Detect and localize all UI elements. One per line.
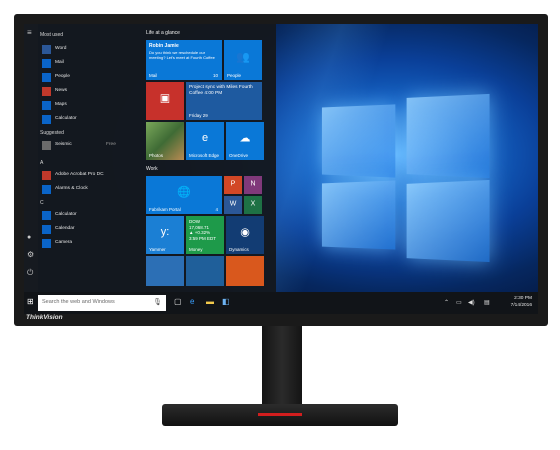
monitor-bezel: ≡ ● ⚙ ⏻ Most used Word Mail People News …	[14, 14, 548, 326]
network-icon[interactable]: ▭	[456, 299, 462, 306]
maps-icon	[42, 101, 51, 110]
app-people[interactable]: People	[42, 72, 138, 84]
windows-start-icon[interactable]: ⊞	[27, 297, 34, 306]
tile-mail[interactable]: Robin Jamie Do you think we reschedule o…	[146, 40, 222, 80]
app-calendar[interactable]: Calendar	[42, 224, 138, 236]
tile-excel[interactable]: X	[244, 196, 262, 214]
app-calculator-2[interactable]: Calculator	[42, 210, 138, 222]
hamburger-icon[interactable]: ≡	[27, 28, 32, 37]
app-mail[interactable]: Mail	[42, 58, 138, 70]
yammer-icon: y:	[160, 225, 170, 238]
news-icon	[42, 87, 51, 96]
tile-onenote[interactable]: N	[244, 176, 262, 194]
taskbar: ⊞ Search the web and Windows 🎙 ▢ e ▬ ◧ ⌃…	[24, 292, 538, 314]
search-box[interactable]: Search the web and Windows 🎙	[38, 295, 166, 311]
task-view-icon[interactable]: ▢	[174, 297, 182, 306]
money-ticker: DOW 17,068.71 ▲ +0.32% 3:59 PM EDT	[189, 219, 217, 241]
tile-extra-3[interactable]	[226, 256, 264, 286]
app-camera[interactable]: Camera	[42, 238, 138, 250]
group-life-at-a-glance: Life at a glance	[146, 30, 180, 36]
screen: ≡ ● ⚙ ⏻ Most used Word Mail People News …	[24, 24, 538, 314]
tiles-panel: Life at a glance Robin Jamie Do you thin…	[144, 24, 274, 292]
people-icon	[42, 73, 51, 82]
cloud-icon: ☁	[239, 132, 251, 145]
user-avatar-icon[interactable]: ●	[27, 234, 31, 241]
calendar-icon	[42, 225, 51, 234]
speech-icon[interactable]: ▤	[484, 299, 490, 306]
mail-icon	[42, 59, 51, 68]
tile-fabrikam-portal[interactable]: 🌐 Fabrikam Portal 4	[146, 176, 222, 214]
calculator-icon	[42, 115, 51, 124]
tile-photos[interactable]: Photos	[146, 122, 184, 160]
group-work: Work	[146, 166, 158, 172]
tile-store[interactable]: ▣	[146, 82, 184, 120]
app-maps[interactable]: Maps	[42, 100, 138, 112]
tile-extra-2[interactable]	[186, 256, 224, 286]
tile-extra-1[interactable]	[146, 256, 184, 286]
excel-icon: X	[250, 200, 256, 208]
seismic-icon	[42, 141, 51, 150]
tile-powerpoint[interactable]: P	[224, 176, 242, 194]
edge-icon[interactable]: e	[190, 297, 194, 306]
file-explorer-icon[interactable]: ▬	[206, 297, 214, 306]
alarm-icon	[42, 185, 51, 194]
monitor-base	[162, 404, 398, 426]
tile-word[interactable]: W	[224, 196, 242, 214]
tile-dynamics[interactable]: ◉ Dynamics	[226, 216, 264, 254]
tile-money[interactable]: DOW 17,068.71 ▲ +0.32% 3:59 PM EDT Money	[186, 216, 224, 254]
word-icon	[42, 45, 51, 54]
dynamics-icon: ◉	[240, 226, 250, 239]
store-icon: ▣	[159, 92, 171, 105]
base-accent-stripe	[258, 413, 302, 416]
powerpoint-icon: P	[230, 180, 236, 188]
tile-calendar[interactable]: Project sync with Miles Fourth Coffee 4:…	[186, 82, 262, 120]
settings-icon[interactable]: ⚙	[27, 250, 34, 259]
tile-onedrive[interactable]: ☁ OneDrive	[226, 122, 264, 160]
most-used-header: Most used	[40, 32, 64, 38]
brand-logo: ThinkVision	[26, 314, 63, 321]
app-adobe-acrobat[interactable]: Adobe Acrobat Pro DC	[42, 170, 138, 182]
tile-people[interactable]: 👥 People	[224, 40, 262, 80]
suggested-header: Suggested	[40, 130, 64, 136]
app-news[interactable]: News	[42, 86, 138, 98]
monitor-neck	[262, 326, 302, 414]
acrobat-icon	[42, 171, 51, 180]
power-icon[interactable]: ⏻	[27, 268, 33, 278]
letter-c[interactable]: C	[40, 200, 44, 206]
microphone-icon[interactable]: 🎙	[153, 298, 162, 306]
letter-a[interactable]: A	[40, 160, 43, 166]
notification-chevron-icon[interactable]: ⌃	[444, 299, 449, 306]
tile-edge[interactable]: e Microsoft Edge	[186, 122, 224, 160]
app-word[interactable]: Word	[42, 44, 138, 56]
calculator-icon	[42, 211, 51, 220]
start-menu: ≡ ● ⚙ ⏻ Most used Word Mail People News …	[24, 24, 276, 292]
word-icon: W	[229, 200, 237, 208]
windows-logo-wallpaper	[300, 78, 500, 268]
app-alarms-clock[interactable]: Alarms & Clock	[42, 184, 138, 196]
store-icon[interactable]: ◧	[222, 297, 230, 306]
taskbar-clock[interactable]: 2:30 PM 7/14/2016	[511, 295, 532, 309]
tile-yammer[interactable]: y: Yammer	[146, 216, 184, 254]
globe-icon: 🌐	[177, 186, 191, 199]
people-icon: 👥	[236, 51, 250, 64]
camera-icon	[42, 239, 51, 248]
volume-icon[interactable]: ◀)	[468, 299, 475, 306]
app-calculator[interactable]: Calculator	[42, 114, 138, 126]
edge-icon: e	[201, 131, 209, 144]
app-seismic[interactable]: Seismic Free	[42, 140, 138, 152]
onenote-icon: N	[250, 180, 256, 188]
start-rail: ≡ ● ⚙ ⏻	[24, 24, 38, 292]
